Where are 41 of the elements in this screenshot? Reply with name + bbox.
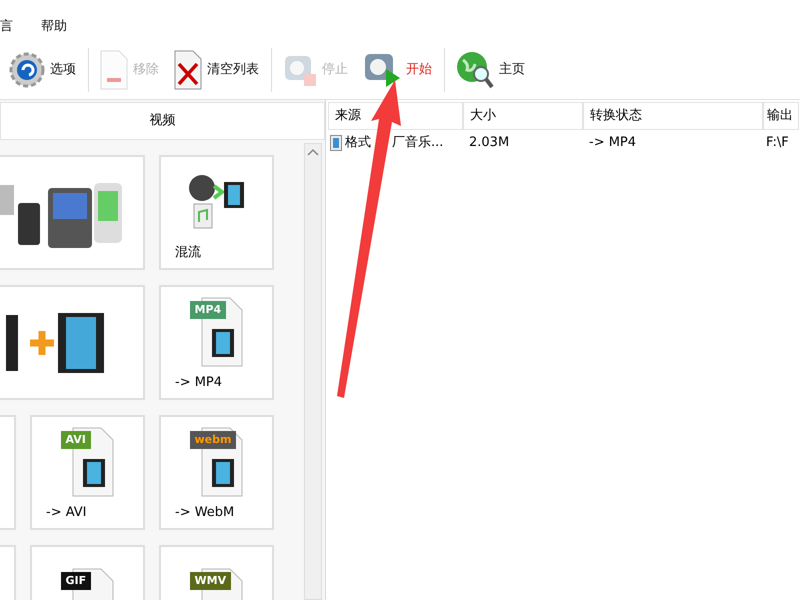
tile-card[interactable]: 混流 — [159, 155, 274, 270]
tile-label: -> AVI — [46, 504, 87, 522]
tile-card[interactable]: MP4 -> MP4 — [159, 285, 274, 400]
toolbar-button[interactable]: 开始 — [358, 46, 436, 94]
table-cell-text: 格式 — [345, 134, 371, 152]
video-file-icon — [330, 135, 342, 151]
globe-search-icon — [455, 50, 495, 90]
menu-item[interactable]: 言 — [0, 16, 13, 36]
column-header[interactable]: 来源 — [328, 102, 463, 130]
toolbar-button[interactable]: 主页 — [451, 46, 529, 94]
scroll-up-icon[interactable] — [307, 148, 319, 156]
tile-card[interactable]: AVI -> AVI — [30, 415, 145, 530]
tile-card[interactable]: GIF — [30, 545, 145, 600]
column-header[interactable]: 转换状态 — [583, 102, 763, 130]
format-badge: GIF — [60, 572, 92, 590]
table-cell-text: F:\F — [766, 134, 789, 152]
table-cell-text: 2.03M — [469, 134, 510, 152]
table-cell-text: 厂音乐... — [392, 134, 444, 152]
scrollbar[interactable] — [304, 143, 322, 600]
film-strip-icon — [212, 458, 234, 486]
gear-icon — [8, 50, 46, 88]
tile-card[interactable]: WMV — [159, 545, 274, 600]
panel-header: 视频 — [0, 102, 325, 140]
tile-label: 混流 — [175, 244, 201, 262]
format-badge: MP4 — [190, 300, 226, 318]
film-strip-icon — [82, 458, 104, 486]
column-header[interactable]: 大小 — [463, 102, 583, 130]
document-icon — [99, 50, 129, 90]
tile-label: -> WebM — [175, 504, 234, 522]
format-badge: AVI — [60, 430, 91, 448]
toolbar-button[interactable]: 清空列表 — [169, 46, 263, 94]
toolbar-button[interactable]: 选项 — [4, 46, 80, 94]
menu-item[interactable]: 帮助 — [41, 16, 67, 36]
format-badge: WMV — [190, 572, 232, 590]
table-cell-text: -> MP4 — [589, 134, 636, 152]
tile-card[interactable]: webm -> WebM — [159, 415, 274, 530]
format-badge: webm — [190, 430, 236, 448]
tile-label: -> MP4 — [175, 374, 222, 392]
delete-document-icon — [173, 50, 203, 90]
film-strip-icon — [212, 328, 234, 356]
column-header[interactable]: 输出 — [763, 102, 799, 130]
